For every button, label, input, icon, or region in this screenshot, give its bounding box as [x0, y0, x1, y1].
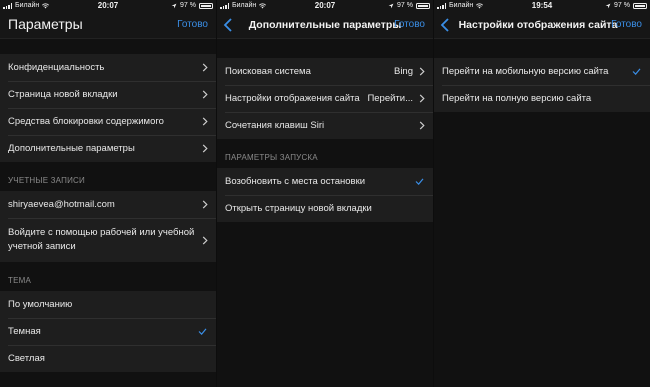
privacy-row[interactable]: Конфиденциальность [0, 54, 216, 81]
mobile-site-row[interactable]: Перейти на мобильную версию сайта [434, 58, 650, 85]
row-value: Bing [393, 66, 413, 77]
row-label: Светлая [8, 353, 45, 364]
nav-bar: Настройки отображения сайта Готово [434, 11, 650, 39]
content-blockers-row[interactable]: Средства блокировки содержимого [0, 108, 216, 135]
row-label: Открыть страницу новой вкладки [225, 203, 372, 214]
row-value: Перейти... [367, 93, 413, 104]
accounts-group: shiryaevea@hotmail.com Войдите с помощью… [0, 191, 216, 262]
advanced-settings-panel: Билайн 20:07 97 % Дополнительные парамет… [217, 0, 433, 387]
chevron-right-icon [202, 63, 208, 72]
settings-panel: Билайн 20:07 97 % Параметры Готово Конфи… [0, 0, 216, 387]
search-engine-row[interactable]: Поисковая система Bing [217, 58, 433, 85]
row-label: Войдите с помощью рабочей или учебной уч… [8, 227, 195, 252]
battery-icon [633, 2, 647, 9]
site-display-panel: Билайн 19:54 97 % Настройки отображения … [434, 0, 650, 387]
checkmark-icon [198, 328, 207, 335]
checkmark-icon [415, 178, 424, 185]
site-display-list: Перейти на мобильную версию сайта Перейт… [434, 40, 650, 387]
row-label: Конфиденциальность [8, 62, 105, 73]
site-display-settings-row[interactable]: Настройки отображения сайта Перейти... [217, 85, 433, 112]
advanced-settings-list: Поисковая система Bing Настройки отображе… [217, 40, 433, 387]
location-arrow-icon [388, 3, 394, 8]
row-label: Возобновить с места остановки [225, 176, 366, 187]
row-label: Темная [8, 326, 41, 337]
chevron-right-icon [202, 117, 208, 126]
row-label: По умолчанию [8, 299, 73, 310]
chevron-right-icon [202, 200, 208, 209]
battery-icon [199, 2, 213, 9]
work-account-sign-in-row[interactable]: Войдите с помощью рабочей или учебной уч… [0, 218, 216, 262]
advanced-settings-row[interactable]: Дополнительные параметры [0, 135, 216, 162]
chevron-right-icon [419, 121, 425, 130]
chevron-right-icon [419, 67, 425, 76]
nav-bar: Дополнительные параметры Готово [217, 11, 433, 39]
battery-percent: 97 % [397, 2, 413, 9]
done-button[interactable]: Готово [611, 19, 642, 30]
theme-dark-row[interactable]: Темная [0, 318, 216, 345]
open-new-tab-page-row[interactable]: Открыть страницу новой вкладки [217, 195, 433, 222]
battery-percent: 97 % [614, 2, 630, 9]
chevron-right-icon [202, 235, 208, 245]
theme-default-row[interactable]: По умолчанию [0, 291, 216, 318]
nav-bar: Параметры Готово [0, 11, 216, 39]
row-label: Перейти на мобильную версию сайта [442, 66, 609, 77]
chevron-right-icon [419, 94, 425, 103]
resume-where-left-row[interactable]: Возобновить с места остановки [217, 168, 433, 195]
done-button[interactable]: Готово [394, 19, 425, 30]
account-row[interactable]: shiryaevea@hotmail.com [0, 191, 216, 218]
location-arrow-icon [171, 3, 177, 8]
search-group: Поисковая система Bing Настройки отображе… [217, 58, 433, 139]
theme-light-row[interactable]: Светлая [0, 345, 216, 372]
chevron-right-icon [202, 144, 208, 153]
row-label: shiryaevea@hotmail.com [8, 199, 115, 210]
status-bar: Билайн 20:07 97 % [217, 0, 433, 11]
row-label: Перейти на полную версию сайта [442, 93, 592, 104]
row-label: Дополнительные параметры [8, 143, 135, 154]
page-title: Параметры [8, 16, 83, 32]
chevron-right-icon [202, 90, 208, 99]
done-button[interactable]: Готово [177, 19, 208, 30]
row-label: Сочетания клавиш Siri [225, 120, 325, 131]
status-bar: Билайн 19:54 97 % [434, 0, 650, 11]
row-label: Средства блокировки содержимого [8, 116, 164, 127]
location-arrow-icon [605, 3, 611, 8]
startup-group: Возобновить с места остановки Открыть ст… [217, 168, 433, 222]
checkmark-icon [632, 68, 641, 75]
theme-section-header: ТЕМА [8, 276, 32, 285]
row-label: Страница новой вкладки [8, 89, 118, 100]
theme-group: По умолчанию Темная Светлая [0, 291, 216, 372]
siri-shortcuts-row[interactable]: Сочетания клавиш Siri [217, 112, 433, 139]
new-tab-page-row[interactable]: Страница новой вкладки [0, 81, 216, 108]
battery-percent: 97 % [180, 2, 196, 9]
status-bar: Билайн 20:07 97 % [0, 0, 216, 11]
startup-section-header: ПАРАМЕТРЫ ЗАПУСКА [225, 153, 318, 162]
site-version-group: Перейти на мобильную версию сайта Перейт… [434, 58, 650, 112]
battery-icon [416, 2, 430, 9]
settings-list: Конфиденциальность Страница новой вкладк… [0, 40, 216, 387]
general-group: Конфиденциальность Страница новой вкладк… [0, 54, 216, 162]
accounts-section-header: УЧЕТНЫЕ ЗАПИСИ [8, 176, 85, 185]
desktop-site-row[interactable]: Перейти на полную версию сайта [434, 85, 650, 112]
